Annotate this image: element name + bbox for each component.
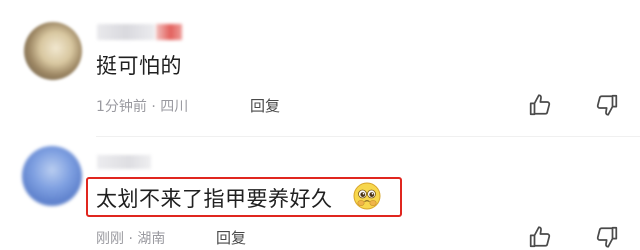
like-button[interactable] bbox=[528, 224, 554, 250]
thumbs-down-icon bbox=[596, 94, 618, 116]
comment-text: 挺可怕的 bbox=[96, 54, 182, 78]
avatar[interactable] bbox=[22, 146, 82, 206]
comment-meta: 刚刚 · 湖南 bbox=[96, 231, 166, 247]
blurred-username[interactable] bbox=[97, 155, 151, 169]
divider bbox=[96, 136, 640, 137]
user-badge-icon bbox=[156, 24, 182, 40]
thumbs-down-icon bbox=[596, 226, 618, 248]
comment-meta: 1分钟前 · 四川 bbox=[96, 99, 189, 115]
like-button[interactable] bbox=[528, 92, 554, 122]
thumbs-up-icon bbox=[529, 94, 551, 116]
thumbs-up-icon bbox=[529, 226, 551, 248]
dislike-button[interactable] bbox=[593, 224, 619, 250]
blurred-username[interactable] bbox=[97, 24, 155, 40]
comment-text: 太划不来了指甲要养好久 bbox=[96, 187, 333, 211]
pleading-face-emoji bbox=[353, 182, 381, 210]
reply-button[interactable]: 回复 bbox=[216, 227, 246, 248]
comment-list: 挺可怕的 1分钟前 · 四川 回复 太划不来了指甲要养好久 刚刚 · 湖南 回复 bbox=[0, 0, 640, 250]
reply-button[interactable]: 回复 bbox=[250, 95, 280, 116]
avatar[interactable] bbox=[24, 22, 82, 80]
dislike-button[interactable] bbox=[593, 92, 619, 122]
